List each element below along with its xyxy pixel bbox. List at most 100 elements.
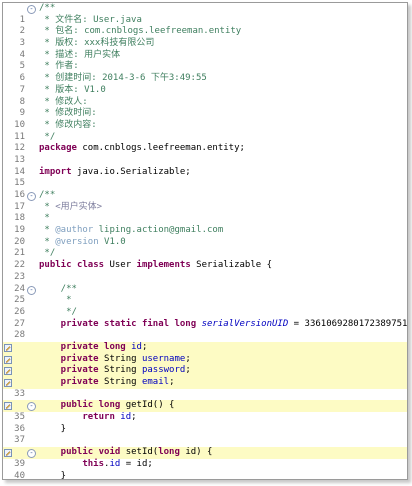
code-line[interactable]: 39 public void setId(long id) { -: [3, 447, 407, 469]
fold-toggle-icon[interactable]: -: [27, 285, 36, 295]
code-line[interactable]: 11 * 修改内容:: [3, 120, 407, 142]
line-code[interactable]: public void setId(long id) {: [39, 447, 407, 459]
code-line[interactable]: 37 }: [3, 424, 407, 446]
pencil-icon: [4, 379, 12, 387]
line-code[interactable]: this.id = id;: [39, 459, 407, 471]
code-line[interactable]: 41 }: [3, 471, 407, 480]
code-line[interactable]: 10 * 修改时间:: [3, 108, 407, 130]
line-code[interactable]: package com.cnblogs.leefreeman.entity;: [39, 143, 407, 155]
code-line[interactable]: 30 private long id;: [3, 341, 407, 364]
code-line[interactable]: 7 * 创建时间: 2014-3-6 下午3:49:55: [3, 73, 407, 95]
code-line[interactable]: 22 */: [3, 248, 407, 270]
pencil-icon: [4, 344, 12, 352]
code-token: return: [39, 412, 115, 423]
fold-toggle-icon[interactable]: -: [27, 192, 36, 201]
code-line[interactable]: 38: [3, 435, 407, 457]
code-line[interactable]: 16: [3, 178, 407, 200]
code-line[interactable]: 26 *: [3, 295, 407, 317]
code-lines[interactable]: 1 /** - 2 * 文件名: User.java 3 * 包名: com.c…: [3, 3, 407, 480]
code-token: public void: [39, 447, 121, 458]
line-code[interactable]: private String password;: [39, 365, 407, 377]
code-token: @author: [55, 225, 94, 236]
code-line[interactable]: 19 *: [3, 213, 407, 235]
code-line[interactable]: 4 * 版权: xxx科技有限公司: [3, 38, 407, 60]
line-code[interactable]: * 作者:: [39, 61, 407, 73]
code-line[interactable]: 24: [3, 272, 407, 294]
fold-toggle-icon[interactable]: -: [27, 402, 36, 412]
code-token: getId() {: [120, 400, 175, 411]
line-code[interactable]: */: [39, 132, 407, 144]
code-line[interactable]: 31 private String username;: [3, 353, 407, 375]
fold-toggle-icon[interactable]: -: [27, 5, 36, 14]
code-line[interactable]: 17 /** -: [3, 190, 407, 212]
line-code[interactable]: * 修改内容:: [39, 120, 407, 132]
code-line[interactable]: 21 * @version V1.0: [3, 237, 407, 259]
line-code[interactable]: return id;: [39, 412, 407, 424]
code-token: setId(: [120, 447, 159, 458]
code-line[interactable]: 15 import java.io.Serializable;: [3, 167, 407, 189]
code-line[interactable]: 14: [3, 155, 407, 177]
code-line[interactable]: 34: [3, 389, 407, 410]
line-code[interactable]: private String email;: [39, 377, 407, 389]
code-line[interactable]: 35 public long getId() { -: [3, 400, 407, 422]
code-line[interactable]: 33 private String email;: [3, 377, 407, 399]
code-line[interactable]: 20 * @author liping.action@gmail.com: [3, 225, 407, 247]
code-line[interactable]: 36 return id;: [3, 412, 407, 434]
code-line[interactable]: 18 * <用户实体>: [3, 202, 407, 224]
code-token: password: [141, 365, 186, 376]
code-token: * 版权: xxx科技有限公司: [39, 38, 155, 49]
code-line[interactable]: 1 /** -: [3, 3, 407, 25]
code-token: @version: [55, 236, 99, 247]
code-line[interactable]: 12 */: [3, 132, 407, 154]
line-code[interactable]: */: [39, 307, 407, 319]
code-line[interactable]: 28 private static final long serialVersi…: [3, 319, 407, 341]
line-code[interactable]: * 创建时间: 2014-3-6 下午3:49:55: [39, 73, 407, 85]
line-code[interactable]: }: [39, 471, 407, 480]
code-line[interactable]: 6 * 作者:: [3, 61, 407, 83]
line-code[interactable]: *: [39, 295, 407, 307]
line-code[interactable]: private long id;: [39, 342, 407, 354]
line-code[interactable]: import java.io.Serializable;: [39, 167, 407, 179]
code-line[interactable]: 2 * 文件名: User.java: [3, 15, 407, 37]
code-line[interactable]: 5 * 描述: 用户实体: [3, 50, 407, 72]
line-code[interactable]: * 修改时间:: [39, 108, 407, 120]
code-token: email: [141, 377, 170, 387]
code-line[interactable]: 27 */: [3, 307, 407, 329]
code-line[interactable]: 40 this.id = id;: [3, 459, 407, 479]
code-line[interactable]: 3 * 包名: com.cnblogs.leefreeman.entity: [3, 26, 407, 48]
code-line[interactable]: 29: [3, 330, 407, 352]
code-line[interactable]: 32 private String password;: [3, 365, 407, 387]
line-code[interactable]: * <用户实体>: [39, 202, 407, 214]
code-token: /**: [39, 3, 56, 13]
line-code[interactable]: *: [39, 213, 407, 225]
line-code[interactable]: * 文件名: User.java: [39, 15, 407, 27]
code-token: private long: [39, 341, 126, 352]
code-token: public: [39, 260, 72, 271]
code-line[interactable]: 25 /** -: [3, 284, 407, 306]
line-code[interactable]: * 修改人:: [39, 97, 407, 109]
fold-toggle-icon[interactable]: -: [27, 449, 36, 459]
line-code[interactable]: * 包名: com.cnblogs.leefreeman.entity: [39, 26, 407, 38]
line-code[interactable]: /**: [39, 284, 407, 296]
line-code[interactable]: * @author liping.action@gmail.com: [39, 225, 407, 237]
line-code[interactable]: public class User implements Serializabl…: [39, 260, 407, 272]
code-token: * 修改人:: [39, 96, 88, 107]
line-code[interactable]: public long getId() {: [39, 400, 407, 412]
line-code[interactable]: /**: [39, 190, 407, 202]
line-code[interactable]: private String username;: [39, 354, 407, 366]
line-code[interactable]: * 版本: V1.0: [39, 85, 407, 97]
code-line[interactable]: 13 package com.cnblogs.leefreeman.entity…: [3, 143, 407, 165]
line-code[interactable]: * 版权: xxx科技有限公司: [39, 38, 407, 50]
code-token: liping.action@gmail.com: [93, 225, 224, 236]
code-line[interactable]: 9 * 修改人:: [3, 97, 407, 119]
line-code[interactable]: /**: [39, 3, 407, 15]
code-line[interactable]: 8 * 版本: V1.0: [3, 85, 407, 107]
code-editor[interactable]: 1 /** - 2 * 文件名: User.java 3 * 包名: com.c…: [2, 2, 408, 480]
line-code[interactable]: * @version V1.0: [39, 237, 407, 249]
line-code[interactable]: */: [39, 248, 407, 260]
code-token: * 包名: com.cnblogs.leefreeman.entity: [39, 26, 242, 37]
line-code[interactable]: }: [39, 424, 407, 436]
code-line[interactable]: 23 public class User implements Serializ…: [3, 260, 407, 282]
line-code[interactable]: * 描述: 用户实体: [39, 50, 407, 62]
line-code[interactable]: private static final long serialVersionU…: [39, 319, 407, 331]
